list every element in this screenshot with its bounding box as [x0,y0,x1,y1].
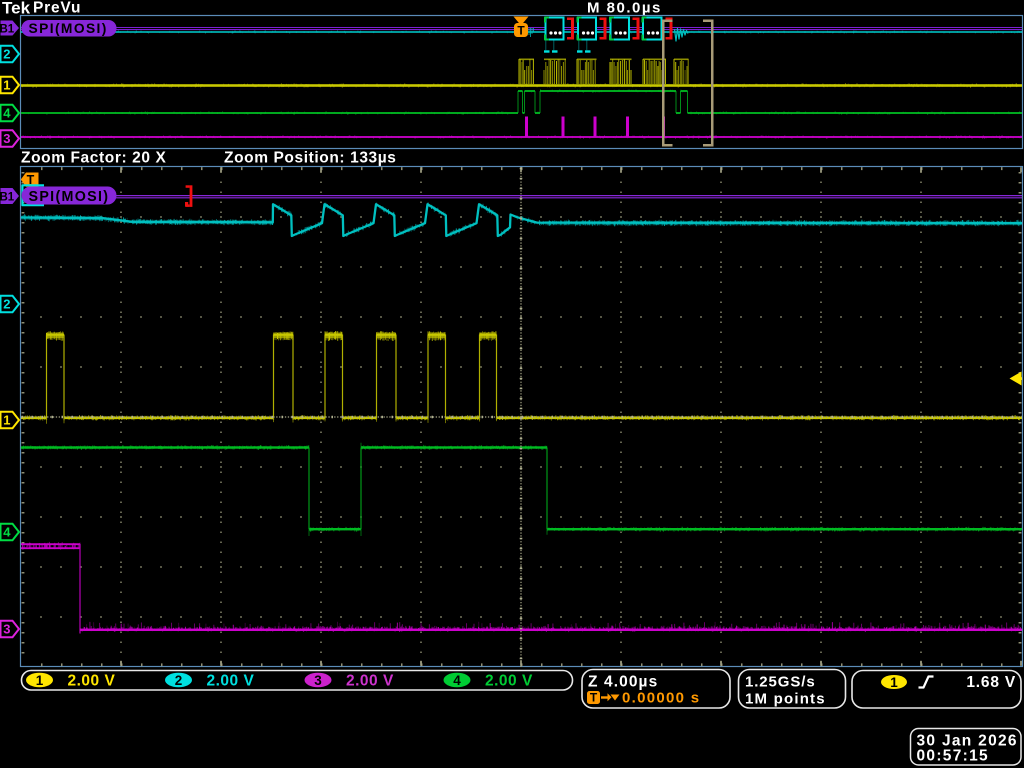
svg-text:1: 1 [3,78,10,93]
svg-text:2: 2 [3,297,10,312]
svg-text:B1: B1 [0,191,15,203]
svg-text:2: 2 [175,673,183,688]
svg-text:Zoom Position: 133µs: Zoom Position: 133µs [224,150,397,167]
svg-text:1: 1 [36,673,44,688]
svg-text:2.00 V: 2.00 V [485,673,533,690]
svg-text:T: T [517,24,525,38]
svg-text:2.00 V: 2.00 V [207,673,255,690]
svg-text:Tek: Tek [2,0,31,18]
svg-text:4: 4 [3,106,11,121]
svg-text:3: 3 [314,673,322,688]
svg-text:Z 4.00µs: Z 4.00µs [588,674,658,691]
svg-text:1: 1 [3,413,10,428]
svg-text:1: 1 [890,675,898,690]
svg-text:Zoom Factor: 20 X: Zoom Factor: 20 X [21,150,166,167]
svg-text:3: 3 [3,622,10,637]
svg-text:2.00 V: 2.00 V [346,673,394,690]
svg-text:SPI(MOSI): SPI(MOSI) [29,189,110,205]
svg-text:1.68 V: 1.68 V [966,674,1016,691]
svg-text:1M points: 1M points [745,691,826,708]
svg-text:SPI(MOSI): SPI(MOSI) [29,21,108,36]
svg-text:3: 3 [3,131,10,146]
svg-text:B1: B1 [0,24,15,36]
svg-text:0.00000 s: 0.00000 s [622,690,700,707]
svg-text:2: 2 [3,47,10,62]
svg-text:00:57:15: 00:57:15 [917,748,989,765]
svg-text:2.00 V: 2.00 V [68,673,116,690]
svg-text:PreVu: PreVu [33,0,81,17]
svg-text:M 80.0µs: M 80.0µs [587,0,662,17]
svg-text:4: 4 [3,525,11,540]
svg-text:T: T [590,691,598,705]
svg-text:4: 4 [453,673,461,688]
svg-text:1.25GS/s: 1.25GS/s [745,674,816,691]
